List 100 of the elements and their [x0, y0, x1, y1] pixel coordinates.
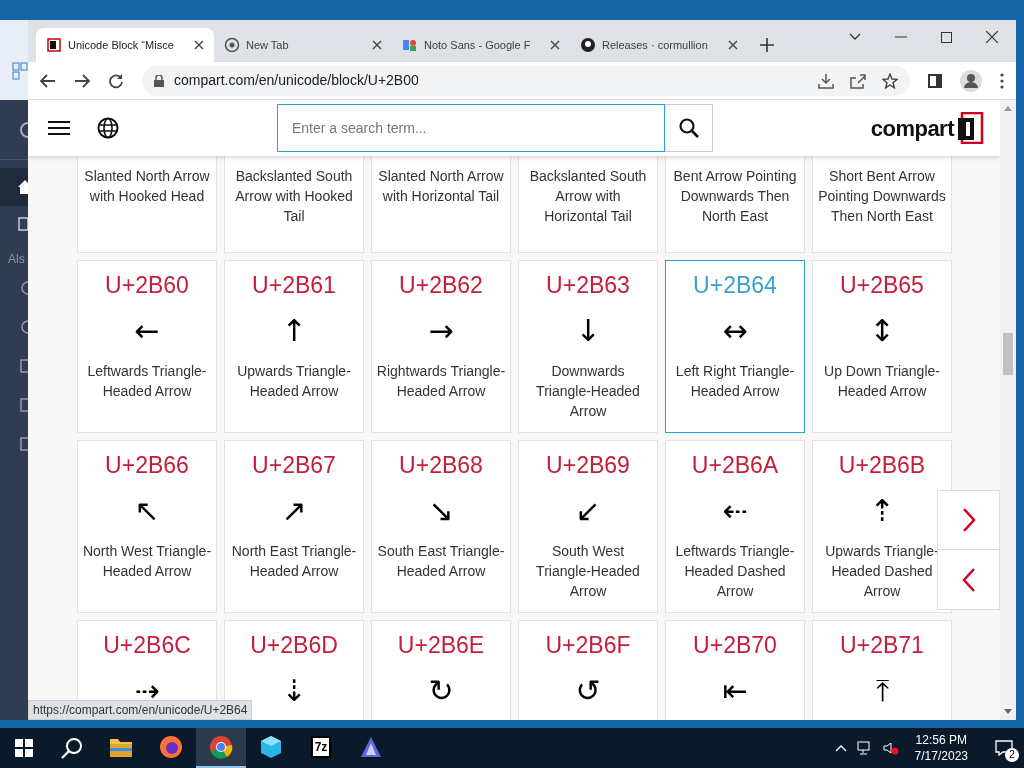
character-card[interactable]: U+2B61 ↑ Upwards Triangle-Headed Arrow: [224, 260, 364, 433]
clock[interactable]: 12:56 PM 7/17/2023: [908, 732, 974, 764]
character-card[interactable]: U+2B60 ← Leftwards Triangle-Headed Arrow: [77, 260, 217, 433]
code-point: U+2B6D: [250, 631, 338, 659]
character-name: Upwards Triangle-Headed Dashed Arrow: [824, 542, 940, 601]
character-glyph: ⇠: [722, 493, 748, 529]
code-point: U+2B6A: [691, 451, 779, 479]
share-icon[interactable]: [850, 72, 866, 89]
code-point: U+2B62: [399, 271, 483, 299]
download-icon[interactable]: [818, 72, 834, 89]
character-name: Leftwards Triangle-Headed Dashed Arrow: [674, 542, 796, 601]
character-card[interactable]: U+2B67 ↗ North East Triangle-Headed Arrow: [224, 440, 364, 613]
speaker-muted-icon[interactable]: [882, 741, 899, 755]
maximize-icon[interactable]: [941, 31, 952, 43]
character-card[interactable]: U+2B69 ↙ South West Triangle-Headed Arrow: [518, 440, 658, 613]
character-name: Left Right Triangle-Headed Arrow: [674, 362, 796, 401]
tab-title: Noto Sans - Google F: [424, 37, 532, 53]
chevron-up-icon[interactable]: [834, 744, 847, 752]
character-card[interactable]: Slanted North Arrow with Horizontal Tail: [371, 156, 511, 253]
document-icon: [20, 436, 28, 451]
code-point: U+2B65: [840, 271, 924, 299]
character-card[interactable]: U+2B6F ↺: [518, 620, 658, 720]
character-glyph: ↻: [428, 673, 454, 709]
monitor-icon: [20, 397, 28, 412]
menu-icon[interactable]: [48, 120, 70, 136]
browser-tab[interactable]: Noto Sans - Google F: [392, 28, 570, 62]
site-logo[interactable]: compart: [870, 111, 984, 145]
character-card[interactable]: U+2B71 ⤒: [812, 620, 952, 720]
code-point: U+2B60: [105, 271, 189, 299]
character-card[interactable]: Backslanted South Arrow with Horizontal Tail: [518, 156, 658, 253]
character-card[interactable]: U+2B66 ↖ North West Triangle-Headed Arrow: [77, 440, 217, 613]
new-tab-icon[interactable]: [760, 38, 774, 52]
close-icon[interactable]: [194, 40, 204, 50]
character-name: South East Triangle-Headed Arrow: [376, 542, 506, 581]
chevron-down-icon[interactable]: [849, 33, 861, 41]
code-point: U+2B6B: [838, 451, 926, 479]
taskbar-app[interactable]: [196, 728, 246, 768]
code-point: U+2B68: [399, 451, 483, 479]
character-glyph: ⇡: [869, 493, 895, 529]
character-glyph: ↑: [281, 313, 307, 349]
character-card[interactable]: Slanted North Arrow with Hooked Head: [77, 156, 217, 253]
scroll-down-icon[interactable]: [1004, 709, 1012, 714]
cube-icon: [259, 735, 283, 759]
section-label: Als: [7, 251, 26, 268]
character-card[interactable]: U+2B68 ↘ South East Triangle-Headed Arrow: [371, 440, 511, 613]
browser-tab[interactable]: Unicode Block “Misce: [36, 28, 214, 62]
character-glyph: ↺: [575, 673, 601, 709]
network-icon[interactable]: [856, 741, 873, 755]
character-card[interactable]: U+2B6E ↻: [371, 620, 511, 720]
character-card[interactable]: Backslanted South Arrow with Hooked Tail: [224, 156, 364, 253]
windows-icon[interactable]: [15, 739, 33, 757]
character-card[interactable]: U+2B63 ↓ Downwards Triangle-Headed Arrow: [518, 260, 658, 433]
character-card[interactable]: U+2B70 ⇤: [665, 620, 805, 720]
character-card[interactable]: U+2B65 ↕ Up Down Triangle-Headed Arrow: [812, 260, 952, 433]
code-point: U+2B6E: [397, 631, 485, 659]
shapes-icon: [402, 37, 418, 53]
close-icon[interactable]: [986, 31, 998, 43]
character-glyph: ⇣: [281, 673, 307, 709]
clock-time: 12:56 PM: [915, 732, 967, 748]
forward-icon[interactable]: [74, 73, 90, 88]
close-icon[interactable]: [372, 40, 382, 50]
chevron-left-icon: [961, 566, 976, 593]
search-icon[interactable]: [61, 737, 83, 759]
character-glyph: ↖: [134, 493, 160, 529]
character-card[interactable]: Bent Arrow Pointing Downwards Then North East: [665, 156, 805, 253]
scrollbar[interactable]: [1000, 100, 1016, 720]
character-glyph: ←: [134, 313, 160, 349]
folder-icon: [109, 736, 133, 758]
menu-icon[interactable]: [1000, 72, 1004, 89]
address-bar[interactable]: compart.com/en/unicode/block/U+2B00: [142, 65, 910, 96]
notification-count: 2: [1005, 748, 1019, 762]
code-point: U+2B66: [105, 451, 189, 479]
character-glyph: ↓: [575, 313, 601, 349]
back-icon[interactable]: [40, 73, 56, 88]
tab-title: Unicode Block “Misce: [68, 37, 175, 53]
character-glyph: →: [428, 313, 454, 349]
character-card[interactable]: U+2B62 → Rightwards Triangle-Headed Arrow: [371, 260, 511, 433]
notifications-button[interactable]: 2: [984, 728, 1024, 768]
logo-icon: [958, 112, 984, 144]
document-icon: [20, 358, 28, 373]
search-field[interactable]: Enter a search term...: [277, 104, 665, 152]
character-card[interactable]: U+2B6B ⇡ Upwards Triangle-Headed Dashed Arrow: [812, 440, 952, 613]
close-icon[interactable]: [550, 40, 560, 50]
chrome-icon: [209, 735, 233, 759]
reload-icon[interactable]: [108, 72, 124, 89]
profile-icon[interactable]: [960, 69, 982, 92]
character-card[interactable]: U+2B6A ⇠ Leftwards Triangle-Headed Dashed Arrow: [665, 440, 805, 613]
close-icon[interactable]: [728, 40, 738, 50]
browser-tab[interactable]: Releases · cormullion: [570, 28, 748, 62]
character-card[interactable]: U+2B64 ↔ Left Right Triangle-Headed Arrow: [665, 260, 805, 433]
side-panel-icon[interactable]: [928, 73, 942, 88]
browser-tab[interactable]: New Tab: [214, 28, 392, 62]
clock-date: 7/17/2023: [914, 748, 968, 764]
star-icon[interactable]: [882, 72, 898, 89]
taskbar-app[interactable]: 7z: [296, 728, 346, 768]
character-glyph: ↘: [428, 493, 454, 529]
character-name: Slanted North Arrow with Horizontal Tail: [377, 167, 505, 206]
scrollbar-thumb[interactable]: [1003, 333, 1013, 375]
search-button[interactable]: [665, 104, 713, 152]
character-card[interactable]: Short Bent Arrow Pointing Downwards Then North East: [812, 156, 952, 253]
